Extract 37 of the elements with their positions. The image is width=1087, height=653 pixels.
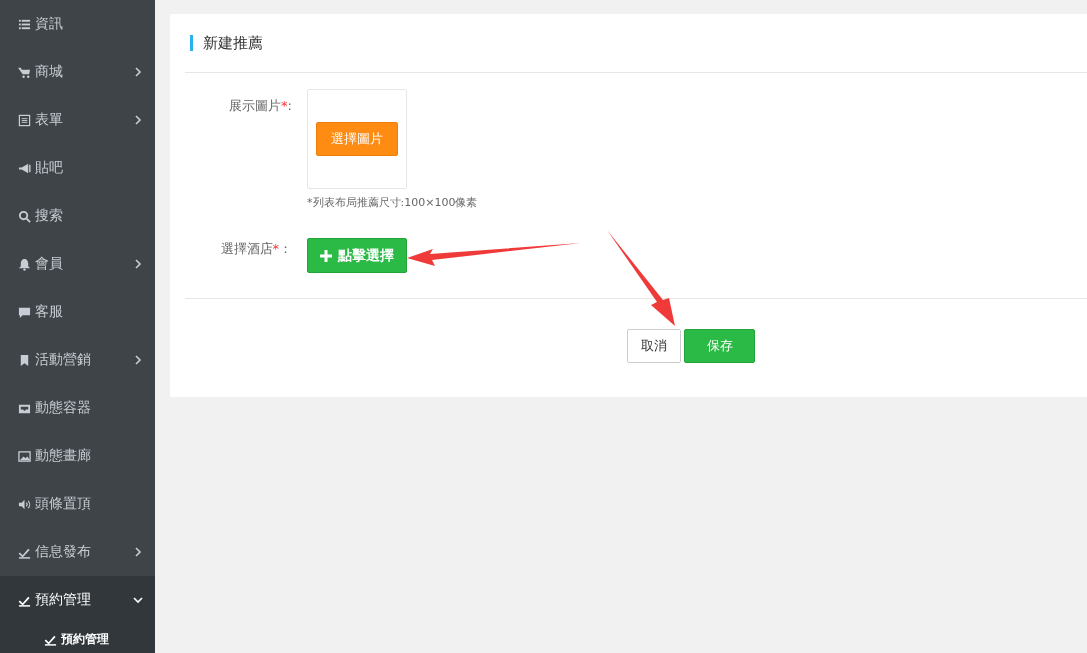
chevron-right-icon	[133, 67, 143, 77]
field-label: 展示圖片*:	[228, 97, 293, 115]
search-icon	[18, 209, 31, 223]
chevron-right-icon	[133, 115, 143, 125]
size-hint: *列表布局推薦尺寸:100×100像素	[307, 195, 478, 210]
cancel-button[interactable]: 取消	[627, 329, 681, 363]
panel-title: 新建推薦	[203, 33, 263, 53]
sidebar-item[interactable]: 表單	[0, 96, 155, 144]
picture-icon	[18, 449, 31, 463]
bell-icon	[18, 257, 31, 271]
bookmark-icon	[18, 353, 31, 367]
sidebar-subitem[interactable]: 預約管理	[0, 624, 155, 653]
cart-icon	[18, 65, 31, 79]
chevron-down-icon	[133, 595, 143, 605]
chevron-right-icon	[133, 547, 143, 557]
sidebar-item[interactable]: 頭條置頂	[0, 480, 155, 528]
plus-icon	[320, 249, 332, 262]
sidebar-item[interactable]: 動態容器	[0, 384, 155, 432]
sidebar-item[interactable]: 信息發布	[0, 528, 155, 576]
sidebar-item[interactable]: 搜索	[0, 192, 155, 240]
comment-icon	[18, 305, 31, 319]
list-icon	[18, 17, 31, 31]
form-icon	[18, 113, 31, 127]
chevron-right-icon	[133, 355, 143, 365]
field-label: 選擇酒店*：	[219, 240, 293, 258]
sidebar-item[interactable]: 活動營銷	[0, 336, 155, 384]
sidebar-item[interactable]: 資訊	[0, 0, 155, 48]
sidebar-item[interactable]: 預約管理	[0, 576, 155, 624]
sidebar-item[interactable]: 客服	[0, 288, 155, 336]
sidebar-item[interactable]: 會員	[0, 240, 155, 288]
title-accent	[190, 35, 193, 51]
sidebar-item[interactable]: 動態畫廊	[0, 432, 155, 480]
sidebar-item[interactable]: 貼吧	[0, 144, 155, 192]
sidebar-item[interactable]: 商城	[0, 48, 155, 96]
volume-icon	[18, 497, 31, 511]
chevron-right-icon	[133, 259, 143, 269]
bullhorn-icon	[18, 161, 31, 175]
